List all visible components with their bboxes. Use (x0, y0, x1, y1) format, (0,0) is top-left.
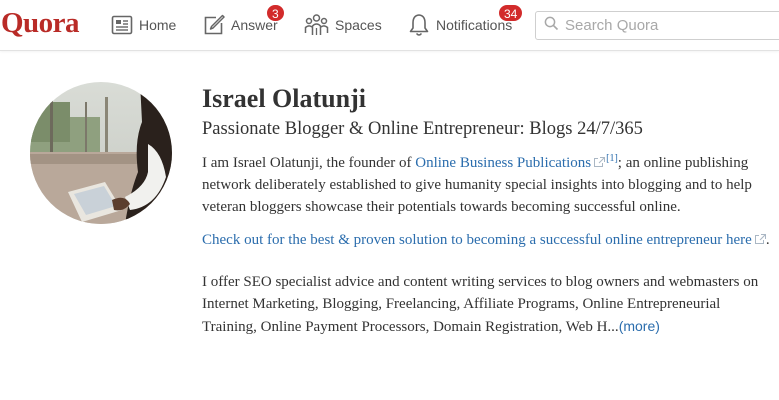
profile-avatar[interactable] (30, 82, 172, 224)
nav-spaces[interactable]: Spaces (304, 0, 382, 50)
nav-home-label: Home (139, 17, 177, 33)
search-icon (544, 16, 559, 36)
spaces-people-icon (304, 13, 329, 37)
bio-p2-suffix: . (765, 232, 770, 248)
quora-logo[interactable]: Quora (1, 7, 80, 40)
profile-tagline: Passionate Blogger & Online Entrepreneur… (202, 119, 643, 139)
nav-home[interactable]: Home (111, 0, 176, 50)
top-navigation-bar: Quora Home Answer 3 Spaces Notifications… (0, 0, 779, 51)
online-business-publications-link[interactable]: Online Business Publications (415, 155, 591, 171)
bio-paragraph-1: I am Israel Olatunji, the founder of Onl… (202, 148, 772, 218)
pencil-edit-icon (203, 14, 225, 36)
external-link-icon (594, 152, 606, 174)
bio-p3-text: I offer SEO specialist advice and conten… (202, 274, 759, 335)
successful-entrepreneur-link[interactable]: Check out for the best & proven solution… (202, 232, 752, 248)
bio-paragraph-3: I offer SEO specialist advice and conten… (202, 271, 772, 338)
nav-spaces-label: Spaces (335, 17, 382, 33)
bio-paragraph-2: Check out for the best & proven solution… (202, 229, 772, 251)
answer-count-badge: 3 (266, 4, 285, 22)
home-icon (111, 14, 133, 36)
profile-section: Israel Olatunji Passionate Blogger & Onl… (202, 84, 772, 338)
notifications-count-badge: 34 (498, 4, 524, 22)
profile-name: Israel Olatunji (202, 84, 366, 113)
search-input[interactable] (565, 17, 765, 34)
bell-icon (408, 13, 430, 37)
nav-notifications[interactable]: Notifications (408, 0, 512, 50)
external-link-icon (754, 229, 766, 251)
search-box[interactable] (535, 11, 779, 40)
reference-link[interactable]: [1] (606, 153, 618, 164)
bio-p1-prefix: I am Israel Olatunji, the founder of (202, 155, 416, 171)
more-link[interactable]: (more) (619, 318, 660, 334)
